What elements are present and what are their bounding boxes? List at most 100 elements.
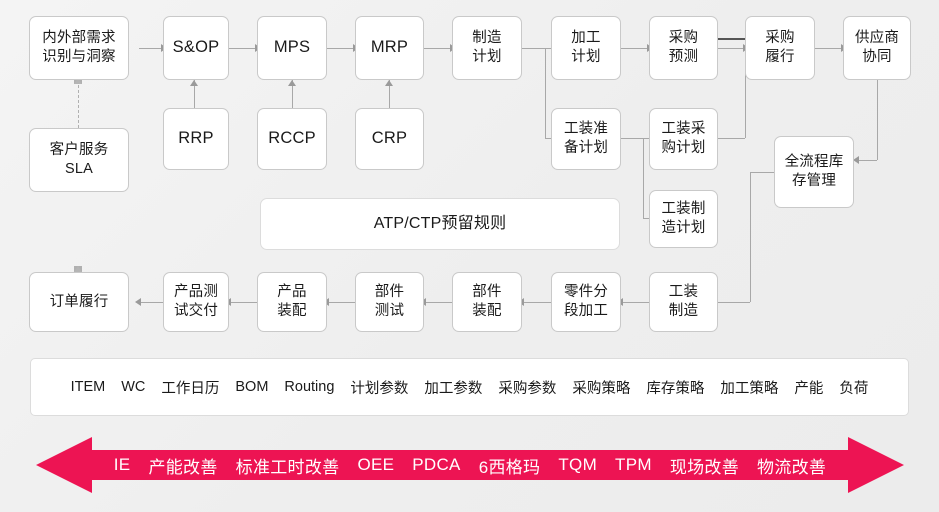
node-product-assembly[interactable]: 产品 装配: [257, 272, 327, 332]
node-demand-sensing[interactable]: 内外部需求 识别与洞察: [29, 16, 129, 80]
master-data-bar: ITEM WC 工作日历 BOM Routing 计划参数 加工参数 采购参数 …: [30, 358, 909, 416]
node-order-fulfillment[interactable]: 订单履行: [29, 272, 129, 332]
master-data-item: 负荷: [839, 380, 869, 397]
node-purchase-forecast-line2: 预测: [668, 49, 699, 65]
double-arrow-polygon: [36, 437, 904, 493]
connector-partproc-to-partasm: [522, 302, 551, 303]
node-sop[interactable]: S&OP: [163, 16, 229, 80]
node-part-assembly[interactable]: 部件 装配: [452, 272, 522, 332]
node-rrp-label: RRP: [178, 129, 214, 148]
connector-sop-to-mps: [229, 48, 257, 49]
master-data-item: 库存策略: [646, 380, 705, 397]
node-tooling-manufacture-plan-line1: 工装制: [661, 201, 706, 218]
master-data-item: 计划参数: [350, 380, 409, 397]
master-data-item: WC: [121, 379, 146, 395]
node-tooling-purchase-plan-line2: 购计划: [661, 140, 706, 156]
node-crp[interactable]: CRP: [355, 108, 424, 170]
connector-supplier-to-inventory: [859, 160, 877, 161]
node-supplier-collaboration-line1: 供应商: [854, 30, 900, 47]
node-tooling-preparation-plan[interactable]: 工装准 备计划: [551, 108, 621, 170]
node-mps[interactable]: MPS: [257, 16, 327, 80]
master-data-item: Routing: [284, 379, 335, 395]
node-tooling-purchase-plan[interactable]: 工装采 购计划: [649, 108, 718, 170]
node-purchase-execution-line1: 采购: [765, 30, 795, 47]
double-arrow-shape: [36, 437, 904, 493]
node-product-test-delivery[interactable]: 产品测 试交付: [163, 272, 229, 332]
node-product-assembly-line2: 装配: [277, 303, 307, 319]
node-part-assembly-line1: 部件: [472, 284, 502, 301]
node-order-fulfillment-label: 订单履行: [49, 293, 109, 310]
connector-demand-to-sop: [139, 48, 163, 49]
connector-inventory-to-tooling: [718, 302, 750, 303]
node-customer-sla-line1: 客户服务: [49, 142, 109, 159]
node-tooling-manufacture[interactable]: 工装 制造: [649, 272, 718, 332]
improvement-banner: IE 产能改善 标准工时改善 OEE PDCA 6西格玛 TQM TPM 现场改…: [36, 437, 904, 493]
node-component-staged-machining[interactable]: 零件分 段加工: [551, 272, 621, 332]
node-tooling-manufacture-plan[interactable]: 工装制 造计划: [649, 190, 718, 248]
node-tooling-manufacture-line2: 制造: [668, 303, 699, 319]
connector-toolpurchase-right: [718, 138, 745, 139]
arrowhead-prodtest-to-order: [135, 298, 141, 306]
node-tooling-purchase-plan-line1: 工装采: [661, 121, 706, 138]
connector-prep-split-vertical: [643, 138, 644, 218]
master-data-item: 工作日历: [161, 380, 220, 397]
master-data-item: 产能: [794, 380, 824, 397]
node-inventory-management-line2: 存管理: [791, 173, 837, 189]
connector-parttest-to-prodasm: [327, 302, 355, 303]
node-mrp[interactable]: MRP: [355, 16, 424, 80]
node-purchase-forecast[interactable]: 采购 预测: [649, 16, 718, 80]
node-rccp-label: RCCP: [268, 129, 316, 148]
master-data-item: BOM: [235, 379, 269, 395]
node-part-test[interactable]: 部件 测试: [355, 272, 424, 332]
node-customer-sla-line2: SLA: [64, 161, 93, 177]
connector-prodtest-to-order: [139, 302, 163, 303]
node-manufacturing-plan[interactable]: 制造 计划: [452, 16, 522, 80]
connector-execution-to-supplier: [815, 48, 843, 49]
node-end-to-end-inventory-management[interactable]: 全流程库 存管理: [774, 136, 854, 208]
node-tooling-preparation-plan-line2: 备计划: [563, 140, 609, 156]
diagram-canvas: 内外部需求 识别与洞察 S&OP MPS MRP 制造 计划 加工 计划 采购 预测 采…: [0, 0, 939, 512]
node-purchase-execution[interactable]: 采购 履行: [745, 16, 815, 80]
node-machining-plan-line2: 计划: [571, 49, 601, 65]
master-data-item: 加工策略: [720, 380, 779, 397]
connector-forecast-to-execution: [718, 38, 745, 40]
node-machining-plan-line1: 加工: [571, 30, 601, 47]
node-crp-label: CRP: [371, 129, 408, 148]
node-mps-label: MPS: [273, 38, 311, 57]
node-component-machining-line1: 零件分: [563, 284, 609, 301]
connector-inventory-left: [750, 172, 774, 173]
node-rrp[interactable]: RRP: [163, 108, 229, 170]
arrowhead-crp-to-mrp: [385, 80, 393, 86]
node-supplier-collaboration[interactable]: 供应商 协同: [843, 16, 911, 80]
connector-tooling-to-partproc: [621, 302, 649, 303]
node-product-test-line1: 产品测: [173, 284, 219, 301]
node-sop-label: S&OP: [172, 38, 220, 57]
node-part-assembly-line2: 装配: [472, 303, 502, 319]
node-purchase-forecast-line1: 采购: [668, 30, 699, 47]
node-demand-sensing-line1: 内外部需求: [42, 30, 116, 47]
node-product-assembly-line1: 产品: [277, 284, 307, 301]
node-part-test-line2: 测试: [374, 303, 405, 319]
node-tooling-manufacture-plan-line2: 造计划: [661, 220, 706, 236]
node-tooling-preparation-plan-line1: 工装准: [563, 121, 609, 138]
master-data-item: 采购策略: [572, 380, 631, 397]
node-purchase-execution-line2: 履行: [765, 49, 795, 65]
connector-mfgplan-split: [522, 48, 545, 49]
node-rccp[interactable]: RCCP: [257, 108, 327, 170]
node-inventory-management-line1: 全流程库: [784, 154, 844, 171]
node-atp-ctp-reservation-rules[interactable]: ATP/CTP预留规则: [260, 198, 620, 250]
master-data-item: 采购参数: [498, 380, 557, 397]
connector-machining-to-forecast: [621, 48, 649, 49]
connector-supplier-down: [877, 80, 878, 160]
master-data-item: 加工参数: [424, 380, 483, 397]
node-atp-ctp-label: ATP/CTP预留规则: [373, 214, 507, 232]
node-part-test-line1: 部件: [374, 284, 405, 301]
node-customer-service-sla[interactable]: 客户服务 SLA: [29, 128, 129, 192]
node-mrp-label: MRP: [370, 38, 409, 57]
connector-partasm-to-parttest: [424, 302, 452, 303]
node-machining-plan[interactable]: 加工 计划: [551, 16, 621, 80]
node-manufacturing-plan-line2: 计划: [472, 49, 502, 65]
arrowhead-rccp-to-mps: [288, 80, 296, 86]
node-tooling-manufacture-line1: 工装: [668, 284, 699, 301]
node-component-machining-line2: 段加工: [563, 303, 609, 319]
